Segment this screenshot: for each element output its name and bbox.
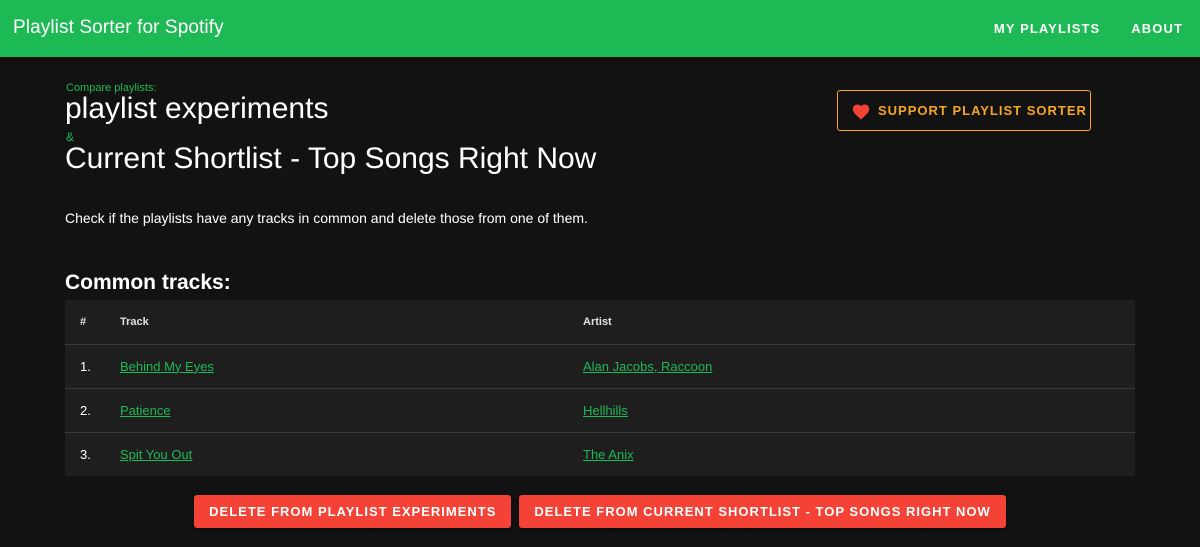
common-tracks-table: # Track Artist 1. Behind My Eyes Alan Ja… <box>65 300 1135 476</box>
artist-link[interactable]: The Anix <box>583 447 634 462</box>
table-row: 2. Patience Hellhills <box>65 388 1135 433</box>
nav-my-playlists[interactable]: MY PLAYLISTS <box>994 21 1100 36</box>
table-row: 3. Spit You Out The Anix <box>65 432 1135 476</box>
app-title: Playlist Sorter for Spotify <box>13 17 224 38</box>
heart-icon <box>851 102 871 120</box>
row-number: 3. <box>80 446 91 462</box>
table-row: 1. Behind My Eyes Alan Jacobs, Raccoon <box>65 344 1135 389</box>
delete-actions: DELETE FROM PLAYLIST EXPERIMENTS DELETE … <box>0 495 1200 528</box>
delete-from-playlist-2-button[interactable]: DELETE FROM CURRENT SHORTLIST - TOP SONG… <box>519 495 1006 528</box>
top-app-bar: Playlist Sorter for Spotify MY PLAYLISTS… <box>0 0 1200 57</box>
row-number: 1. <box>65 344 120 389</box>
nav-about[interactable]: ABOUT <box>1131 21 1183 36</box>
support-button[interactable]: SUPPORT PLAYLIST SORTER <box>837 90 1091 131</box>
column-header-artist: Artist <box>583 300 1135 345</box>
track-link[interactable]: Spit You Out <box>120 447 192 462</box>
page-description: Check if the playlists have any tracks i… <box>65 210 588 226</box>
common-tracks-heading: Common tracks: <box>65 271 231 294</box>
artist-link[interactable]: Hellhills <box>583 403 628 418</box>
playlist-2-title: Current Shortlist - Top Songs Right Now <box>65 142 597 175</box>
column-header-track: Track <box>120 300 583 345</box>
track-link[interactable]: Patience <box>120 403 171 418</box>
row-number: 2. <box>65 388 120 433</box>
artist-link[interactable]: Alan Jacobs, Raccoon <box>583 359 712 374</box>
table-header-row: # Track Artist <box>65 300 1135 345</box>
column-header-number: # <box>65 300 120 345</box>
delete-from-playlist-1-button[interactable]: DELETE FROM PLAYLIST EXPERIMENTS <box>194 495 512 528</box>
support-button-label: SUPPORT PLAYLIST SORTER <box>878 103 1087 118</box>
playlist-1-title: playlist experiments <box>65 92 329 125</box>
main-nav: MY PLAYLISTS ABOUT <box>994 21 1183 36</box>
track-link[interactable]: Behind My Eyes <box>120 359 214 374</box>
